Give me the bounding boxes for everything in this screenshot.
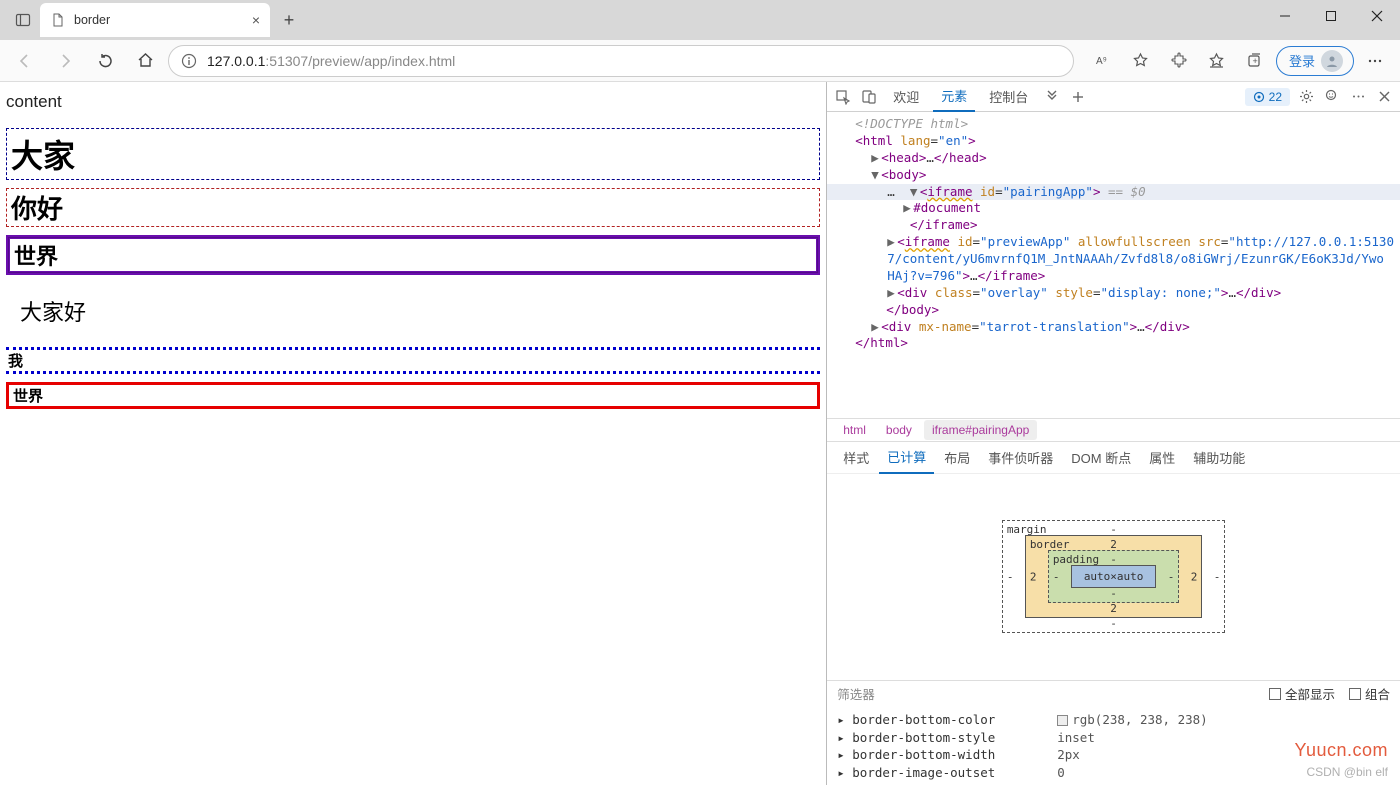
back-button[interactable] xyxy=(8,44,42,78)
menu-button[interactable] xyxy=(1358,44,1392,78)
page-viewport: content 大家 你好 世界 大家好 我 世界 xyxy=(0,82,826,785)
file-icon xyxy=(50,12,66,28)
content-label: content xyxy=(4,90,822,120)
ptab-styles[interactable]: 样式 xyxy=(835,442,877,473)
reload-button[interactable] xyxy=(88,44,122,78)
box-model: margin - - - - border 2 2 2 2 padding - xyxy=(827,474,1400,680)
window-minimize[interactable] xyxy=(1262,0,1308,32)
devtools-toolbar: 欢迎 元素 控制台 22 xyxy=(827,82,1400,112)
browser-tab[interactable]: border × xyxy=(40,3,270,37)
home-button[interactable] xyxy=(128,44,162,78)
devtools-panel: 欢迎 元素 控制台 22 <!DOCTYPE html> <html lang=… xyxy=(826,82,1400,785)
inspect-icon[interactable] xyxy=(833,87,853,107)
settings-icon[interactable] xyxy=(1296,87,1316,107)
ptab-props[interactable]: 属性 xyxy=(1141,442,1183,473)
dom-breadcrumbs[interactable]: html body iframe#pairingApp xyxy=(827,418,1400,442)
ptab-layout[interactable]: 布局 xyxy=(936,442,978,473)
crumb-iframe[interactable]: iframe#pairingApp xyxy=(924,420,1037,440)
ptab-event[interactable]: 事件侦听器 xyxy=(980,442,1061,473)
dom-tree[interactable]: <!DOCTYPE html> <html lang="en"> ▶<head>… xyxy=(827,112,1400,418)
more-tabs-icon[interactable] xyxy=(1042,87,1062,107)
ptab-dombp[interactable]: DOM 断点 xyxy=(1063,442,1139,473)
browser-titlebar: border × + xyxy=(0,0,1400,40)
issues-badge[interactable]: 22 xyxy=(1245,88,1290,106)
url-text: 127.0.0.1:51307/preview/app/index.html xyxy=(207,53,455,69)
new-tab-button[interactable]: + xyxy=(274,5,304,35)
filter-input[interactable]: 筛选器 xyxy=(837,684,1255,703)
tab-title: border xyxy=(74,13,244,27)
computed-filter-row: 筛选器 全部显示 组合 xyxy=(827,680,1400,707)
crumb-html[interactable]: html xyxy=(835,420,874,440)
styles-panel-tabs: 样式 已计算 布局 事件侦听器 DOM 断点 属性 辅助功能 xyxy=(827,442,1400,474)
box-model-content: auto×auto xyxy=(1071,565,1157,588)
demo-box-solid-red: 世界 xyxy=(6,382,820,409)
favorite-icon[interactable] xyxy=(1124,44,1158,78)
crumb-body[interactable]: body xyxy=(878,420,920,440)
add-tab-icon[interactable] xyxy=(1068,87,1088,107)
demo-box-dotted-blue: 我 xyxy=(6,347,820,374)
demo-box-none: 大家好 xyxy=(6,283,820,339)
demo-box-dashed-red: 你好 xyxy=(6,188,820,227)
devtools-close-icon[interactable] xyxy=(1374,87,1394,107)
extensions-icon[interactable] xyxy=(1162,44,1196,78)
window-maximize[interactable] xyxy=(1308,0,1354,32)
ptab-computed[interactable]: 已计算 xyxy=(879,441,934,474)
watermark-author: CSDN @bin elf xyxy=(1306,765,1388,779)
tab-actions-icon[interactable] xyxy=(6,3,40,37)
site-info-icon[interactable] xyxy=(181,53,197,69)
login-label: 登录 xyxy=(1289,51,1315,70)
collections-icon[interactable]: + xyxy=(1238,44,1272,78)
demo-box-dashed-blue: 大家 xyxy=(6,128,820,180)
favorites-bar-icon[interactable] xyxy=(1200,44,1234,78)
group-checkbox[interactable]: 组合 xyxy=(1349,684,1390,703)
watermark-site: Yuucn.com xyxy=(1294,740,1388,761)
demo-box-solid-purple: 世界 xyxy=(6,235,820,275)
devtools-tab-welcome[interactable]: 欢迎 xyxy=(885,82,927,111)
overflow-icon[interactable] xyxy=(1348,87,1368,107)
dom-selected-node[interactable]: … ▼<iframe id="pairingApp"> == $0 xyxy=(827,184,1400,201)
devtools-tab-console[interactable]: 控制台 xyxy=(981,82,1036,111)
url-bar[interactable]: 127.0.0.1:51307/preview/app/index.html xyxy=(168,45,1074,77)
read-aloud-icon[interactable]: A⁹ xyxy=(1086,44,1120,78)
svg-text:+: + xyxy=(1253,56,1258,66)
feedback-icon[interactable] xyxy=(1322,87,1342,107)
avatar-icon xyxy=(1321,50,1343,72)
window-close[interactable] xyxy=(1354,0,1400,32)
forward-button[interactable] xyxy=(48,44,82,78)
profile-button[interactable]: 登录 xyxy=(1276,46,1354,76)
computed-prop-row[interactable]: ▸ border-bottom-colorrgb(238, 238, 238) xyxy=(837,711,1390,729)
browser-toolbar: 127.0.0.1:51307/preview/app/index.html A… xyxy=(0,40,1400,82)
devtools-tab-elements[interactable]: 元素 xyxy=(933,81,975,112)
svg-text:A⁹: A⁹ xyxy=(1096,56,1107,67)
close-icon[interactable]: × xyxy=(252,12,260,28)
show-all-checkbox[interactable]: 全部显示 xyxy=(1269,684,1335,703)
ptab-a11y[interactable]: 辅助功能 xyxy=(1185,442,1253,473)
device-icon[interactable] xyxy=(859,87,879,107)
